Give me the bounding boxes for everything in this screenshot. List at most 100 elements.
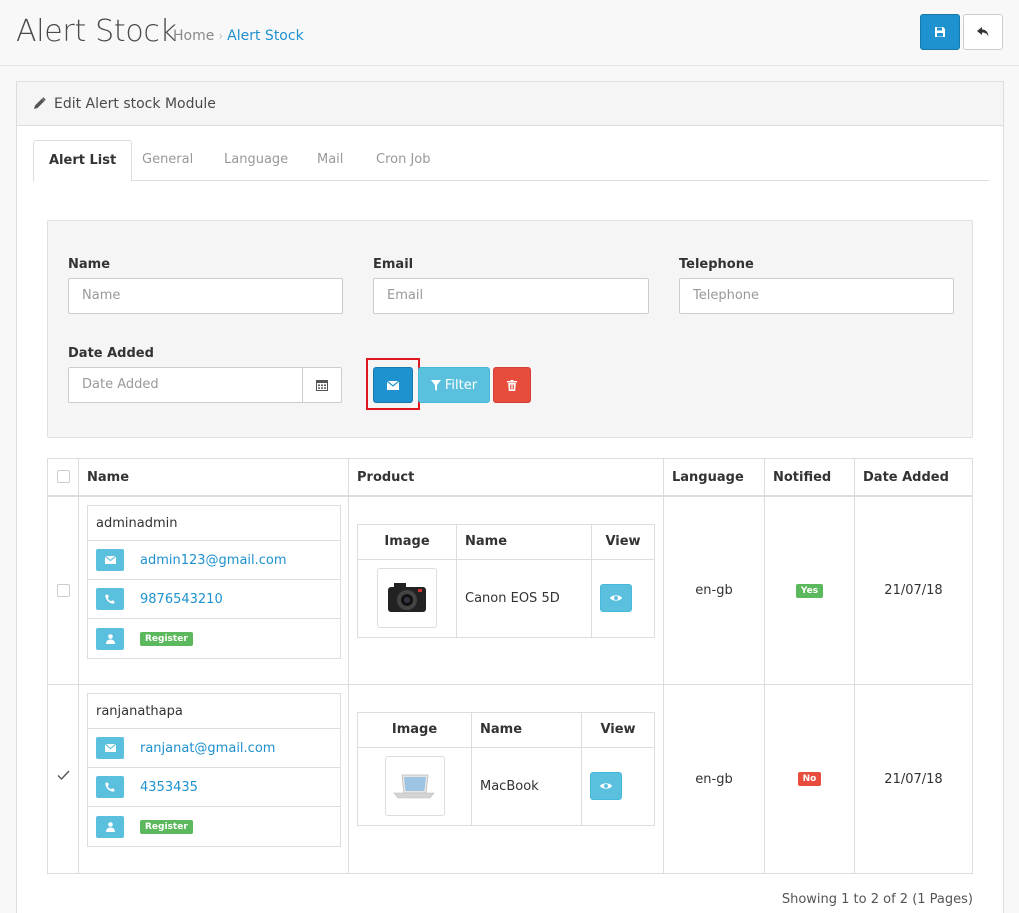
customer-phone-line: 9876543210 <box>88 580 340 619</box>
customer-username: adminadmin <box>88 506 340 541</box>
pencil-icon <box>34 97 46 109</box>
eye-icon <box>610 595 622 601</box>
header-product[interactable]: Product <box>349 459 664 495</box>
row-checkbox[interactable] <box>57 769 70 782</box>
telephone-input[interactable]: Telephone <box>679 278 954 314</box>
module-panel: Edit Alert stock Module Alert List Gener… <box>16 81 1004 913</box>
product-table: Image Name View MacBook <box>357 712 655 826</box>
tab-language[interactable]: Language <box>209 140 303 181</box>
save-button[interactable] <box>920 14 960 50</box>
product-name: Canon EOS 5D <box>457 560 592 637</box>
header-language[interactable]: Language <box>664 459 765 495</box>
email-label: Email <box>373 257 414 272</box>
notified-badge: No <box>797 772 822 786</box>
product-header-view: View <box>605 534 641 549</box>
checkmark-icon <box>57 770 70 781</box>
row-checkbox[interactable] <box>57 584 70 597</box>
header-name[interactable]: Name <box>79 459 349 495</box>
filter-button[interactable]: Filter <box>418 367 490 403</box>
customer-status-line: Register <box>88 619 340 658</box>
filter-box: Name Name Email Email Telephone Telephon… <box>47 220 973 438</box>
product-header-image: Image <box>358 525 457 559</box>
alert-table: Name Product Language Notified Date Adde… <box>47 458 973 874</box>
panel-heading: Edit Alert stock Module <box>17 82 1003 126</box>
status-badge: Register <box>140 631 193 646</box>
tab-cron-job[interactable]: Cron Job <box>361 140 446 181</box>
table-row: ranjanathapa ranjanat@gmail.com 4353435 … <box>48 685 972 873</box>
floppy-icon <box>935 27 945 37</box>
email-input[interactable]: Email <box>373 278 649 314</box>
breadcrumb-current[interactable]: Alert Stock <box>227 28 304 44</box>
page-header: Alert Stock Home › Alert Stock <box>0 0 1019 66</box>
header-checkbox-cell <box>48 459 79 495</box>
user-icon <box>96 815 124 838</box>
product-image-cell <box>358 560 457 637</box>
back-button[interactable] <box>963 14 1003 50</box>
date-added-cell: 21/07/18 <box>884 583 943 598</box>
customer-cell: adminadmin admin123@gmail.com 9876543210… <box>79 497 349 684</box>
product-row: MacBook <box>358 748 654 825</box>
notified-cell: Yes <box>765 497 855 684</box>
funnel-icon <box>430 379 441 391</box>
telephone-label: Telephone <box>679 257 754 272</box>
notified-badge: Yes <box>795 583 824 598</box>
customer-info: adminadmin admin123@gmail.com 9876543210… <box>87 505 341 659</box>
phone-icon <box>96 776 124 798</box>
envelope-icon <box>387 380 399 390</box>
customer-username: ranjanathapa <box>88 694 340 729</box>
row-checkbox-cell <box>48 685 79 873</box>
view-product-button[interactable] <box>600 584 632 612</box>
customer-info: ranjanathapa ranjanat@gmail.com 4353435 … <box>87 693 341 847</box>
header-date-added[interactable]: Date Added <box>855 459 972 495</box>
product-header-name: Name <box>472 713 582 747</box>
customer-email[interactable]: ranjanat@gmail.com <box>140 741 275 756</box>
customer-email-line: ranjanat@gmail.com <box>88 729 340 768</box>
panel-heading-text: Edit Alert stock Module <box>54 95 216 112</box>
breadcrumb-separator: › <box>218 29 224 43</box>
tab-mail[interactable]: Mail <box>302 140 358 181</box>
customer-cell: ranjanathapa ranjanat@gmail.com 4353435 … <box>79 685 349 873</box>
delete-button[interactable] <box>493 367 531 403</box>
product-header-row: Image Name View <box>358 713 654 748</box>
product-view-cell <box>592 560 654 637</box>
page-title: Alert Stock <box>16 14 177 49</box>
name-label: Name <box>68 257 111 272</box>
select-all-checkbox[interactable] <box>57 470 70 483</box>
product-header-row: Image Name View <box>358 525 654 560</box>
envelope-icon <box>96 549 124 571</box>
calendar-button[interactable] <box>302 367 342 403</box>
breadcrumb: Home › Alert Stock <box>173 28 304 44</box>
customer-phone[interactable]: 9876543210 <box>140 592 223 607</box>
user-icon <box>96 627 124 650</box>
status-badge: Register <box>140 819 193 834</box>
filter-button-label: Filter <box>444 377 478 393</box>
product-header-view: View <box>600 722 636 737</box>
camera-icon <box>388 583 426 612</box>
eye-icon <box>600 783 612 789</box>
date-added-input[interactable]: Date Added <box>68 367 303 403</box>
header-notified[interactable]: Notified <box>765 459 855 495</box>
customer-email[interactable]: admin123@gmail.com <box>140 553 287 568</box>
envelope-icon <box>96 737 124 759</box>
product-view-cell <box>582 748 654 825</box>
send-mail-button[interactable] <box>373 367 413 403</box>
name-input[interactable]: Name <box>68 278 343 314</box>
view-product-button[interactable] <box>590 772 622 800</box>
trash-icon <box>507 379 517 391</box>
laptop-icon <box>393 774 435 799</box>
breadcrumb-home[interactable]: Home <box>173 28 214 44</box>
product-thumbnail[interactable] <box>377 568 437 628</box>
product-cell: Image Name View MacBook <box>349 685 664 873</box>
tab-general[interactable]: General <box>127 140 208 181</box>
date-added-cell: 21/07/18 <box>884 771 943 787</box>
product-thumbnail[interactable] <box>385 756 445 816</box>
calendar-icon <box>316 380 328 391</box>
product-header-image: Image <box>358 713 472 747</box>
language-cell: en-gb <box>664 685 765 873</box>
product-image-cell <box>358 748 472 825</box>
customer-status-line: Register <box>88 807 340 846</box>
customer-phone[interactable]: 4353435 <box>140 780 198 795</box>
phone-icon <box>96 588 124 610</box>
tab-alert-list[interactable]: Alert List <box>33 140 133 182</box>
reply-icon <box>977 27 989 37</box>
